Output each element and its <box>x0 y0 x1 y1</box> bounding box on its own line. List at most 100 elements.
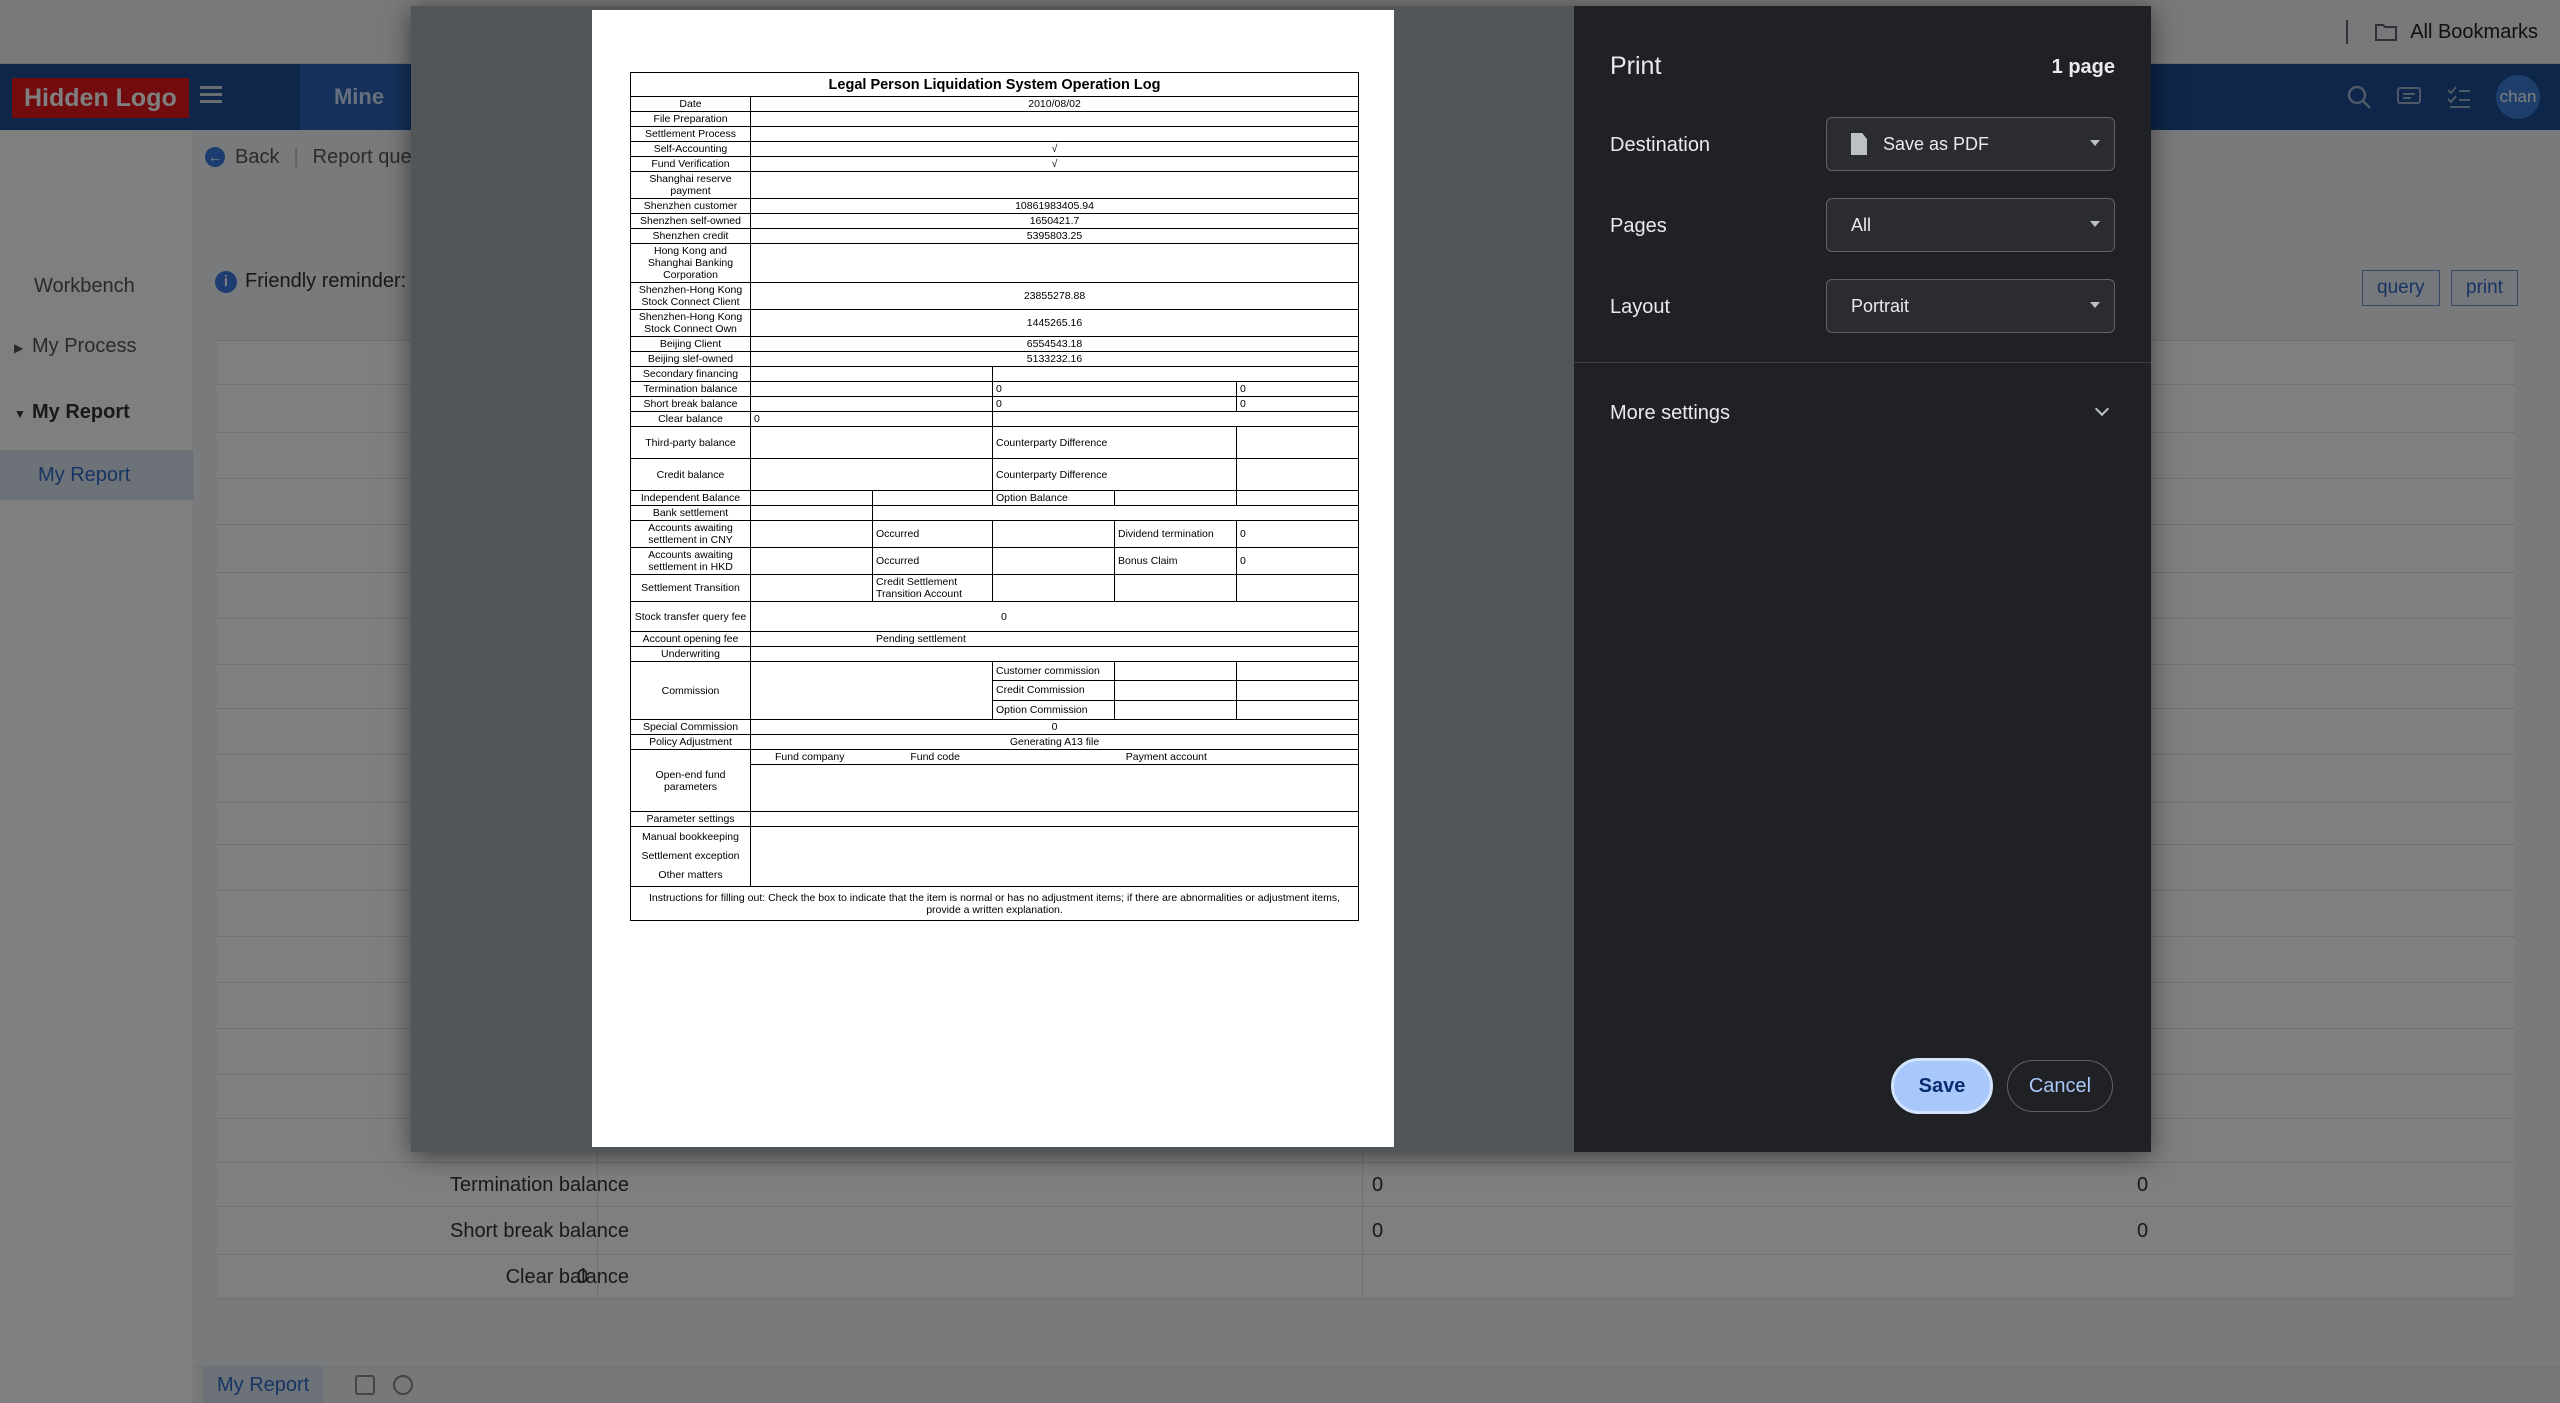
log-label: Accounts awaiting settlement in CNY <box>630 520 751 548</box>
log-label: Shenzhen-Hong Kong Stock Connect Own <box>630 309 751 337</box>
pages-value: All <box>1851 214 1872 235</box>
log-label: Occurred <box>872 520 993 548</box>
log-label: Customer commission <box>992 660 1115 682</box>
log-label: Credit Commission <box>992 680 1115 701</box>
log-label: Shenzhen credit <box>630 228 751 244</box>
log-value: √ <box>749 141 1360 157</box>
log-label: Option Balance <box>992 490 1115 506</box>
log-label: Bonus Claim <box>1114 547 1237 575</box>
print-settings-panel: Print 1 page Destination Save as PDF Pag… <box>1574 6 2151 1152</box>
log-label: Beijing slef-owned <box>630 351 751 367</box>
log-label: Self-Accounting <box>630 141 751 157</box>
more-settings-label: More settings <box>1610 402 1731 424</box>
log-value: 10861983405.94 <box>749 198 1360 214</box>
print-dialog: Legal Person Liquidation System Operatio… <box>411 6 2151 1152</box>
log-label: Counterparty Difference <box>992 458 1237 491</box>
log-label: Beijing Client <box>630 336 751 352</box>
destination-value: Save as PDF <box>1883 133 1990 154</box>
preview-page: Legal Person Liquidation System Operatio… <box>592 10 1394 1147</box>
more-settings-toggle[interactable]: More settings <box>1610 401 2115 425</box>
operation-log-table: Legal Person Liquidation System Operatio… <box>629 72 1360 921</box>
print-preview: Legal Person Liquidation System Operatio… <box>411 6 1574 1152</box>
log-value <box>749 111 1360 127</box>
log-value <box>749 171 1360 199</box>
save-button[interactable]: Save <box>1891 1058 1993 1114</box>
log-value: 0 <box>1235 547 1360 575</box>
print-title: Print <box>1610 52 1662 80</box>
log-label: Parameter settings <box>630 811 751 827</box>
log-label: Termination balance <box>630 381 751 397</box>
log-value: 5395803.25 <box>749 228 1360 244</box>
log-label: Credit Settlement Transition Account <box>872 574 993 602</box>
log-instructions: Instructions for filling out: Check the … <box>629 886 1360 921</box>
log-value: 0 <box>749 601 1360 632</box>
log-label: Shanghai reserve payment <box>630 171 751 199</box>
log-value <box>749 243 1360 283</box>
layout-value: Portrait <box>1851 295 1910 316</box>
log-label: Shenzhen customer <box>630 198 751 214</box>
cancel-button[interactable]: Cancel <box>2007 1060 2113 1112</box>
log-value: 0 <box>1235 396 1360 412</box>
log-label: Counterparty Difference <box>992 426 1237 459</box>
log-label: Hong Kong and Shanghai Banking Corporati… <box>630 243 751 283</box>
page-count: 1 page <box>2051 56 2115 78</box>
log-label: Settlement Process <box>630 126 751 142</box>
log-label: Underwriting <box>630 646 751 662</box>
pages-label: Pages <box>1610 215 1667 237</box>
layout-label: Layout <box>1610 296 1671 318</box>
log-label: File Preparation <box>630 111 751 127</box>
log-label: Secondary financing <box>630 366 751 382</box>
log-value: 0 <box>750 411 993 427</box>
dropdown-arrow-icon <box>2090 221 2100 227</box>
log-label: Open-end fund parameters <box>630 749 751 812</box>
destination-label: Destination <box>1610 134 1711 156</box>
log-value: √ <box>749 156 1360 172</box>
dropdown-arrow-icon <box>2090 140 2100 146</box>
log-label: Fund code <box>910 751 960 764</box>
log-label: Settlement exception <box>641 850 740 862</box>
log-title: Legal Person Liquidation System Operatio… <box>629 72 1360 97</box>
log-value: Pending settlement <box>749 631 1360 647</box>
log-value: 0 <box>1235 520 1360 548</box>
log-label: Short break balance <box>630 396 751 412</box>
log-value: 23855278.88 <box>749 282 1360 310</box>
log-value: 1650421.7 <box>749 213 1360 229</box>
log-value <box>749 126 1360 142</box>
log-label: Shenzhen-Hong Kong Stock Connect Client <box>630 282 751 310</box>
log-value: 0 <box>992 396 1237 412</box>
log-value: 0 <box>749 719 1360 735</box>
log-label: Fund Verification <box>630 156 751 172</box>
settings-divider <box>1574 362 2151 363</box>
log-label: Commission <box>630 661 751 720</box>
destination-select[interactable]: Save as PDF <box>1826 117 2115 171</box>
log-value: 2010/08/02 <box>749 96 1360 112</box>
log-value: 5133232.16 <box>749 351 1360 367</box>
log-label: Settlement Transition <box>630 574 751 602</box>
log-label: Stock transfer query fee <box>630 601 751 632</box>
log-label: Credit balance <box>630 458 751 491</box>
log-label: Other matters <box>658 869 723 881</box>
log-label: Occurred <box>872 547 993 575</box>
pages-select[interactable]: All <box>1826 198 2115 252</box>
log-value: 0 <box>992 381 1237 397</box>
log-label: Policy Adjustment <box>630 734 751 750</box>
log-value: 0 <box>1235 381 1360 397</box>
log-value: Generating A13 file <box>749 734 1360 750</box>
log-label: Special Commission <box>630 719 751 735</box>
log-label: Bank settlement <box>630 505 751 521</box>
log-label: Clear balance <box>630 411 751 427</box>
file-icon <box>1851 133 1867 155</box>
dropdown-arrow-icon <box>2090 302 2100 308</box>
log-value: 6554543.18 <box>749 336 1360 352</box>
log-label: Option Commission <box>992 699 1115 721</box>
log-label-group: Manual bookkeeping Settlement exception … <box>630 826 751 887</box>
log-label: Dividend termination <box>1114 520 1237 548</box>
log-label: Payment account <box>1125 751 1207 764</box>
log-value: 1445265.16 <box>749 309 1360 337</box>
log-label: Shenzhen self-owned <box>630 213 751 229</box>
log-label: Independent Balance <box>630 490 751 506</box>
layout-select[interactable]: Portrait <box>1826 279 2115 333</box>
log-label: Date <box>630 96 751 112</box>
log-label: Fund company <box>775 751 845 764</box>
log-label: Accounts awaiting settlement in HKD <box>630 547 751 575</box>
